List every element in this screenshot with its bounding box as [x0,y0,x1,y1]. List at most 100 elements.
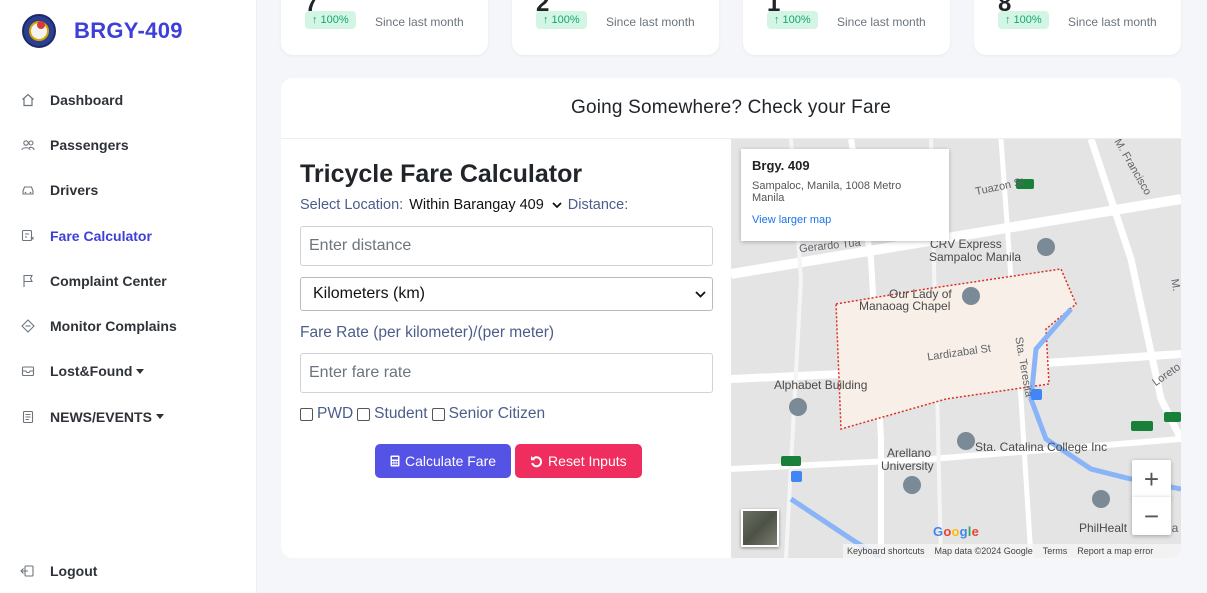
map-data-label: Map data ©2024 Google [934,546,1033,556]
google-map[interactable]: CRV Express Sampaloc Manila Our Lady of … [731,139,1181,558]
fare-calculator-form: Tricycle Fare Calculator Select Location… [300,160,713,423]
unit-select[interactable]: Kilometers (km) [300,277,713,311]
sidebar-nav: Dashboard Passengers Drivers Fare Calcul… [0,77,257,439]
calculator-heading: Tricycle Fare Calculator [300,160,583,188]
checkbox-label: Senior Citizen [448,405,546,422]
calculator-icon [390,455,400,467]
sidebar: BRGY-409 Dashboard Passengers Drivers Fa… [0,0,257,593]
stat-since-label: Since last month [837,15,926,29]
map-poi-label: University [881,459,934,473]
stat-change-badge: ↑ 100% [305,11,356,29]
sidebar-item-news-events[interactable]: NEWS/EVENTS [0,394,257,439]
location-select[interactable]: Within Barangay 409 [409,197,568,213]
map-poi-label: Arellano [887,446,932,460]
keyboard-shortcuts-link[interactable]: Keyboard shortcuts [847,546,925,556]
sidebar-item-complaint-center[interactable]: Complaint Center [0,258,257,303]
flag-icon [20,273,36,289]
users-icon [20,137,36,153]
zoom-in-button[interactable]: + [1132,460,1171,498]
location-select-value: Within Barangay 409 [409,196,544,213]
stat-card: 2 ↑ 100% Since last month [512,0,719,55]
map-place-title: Brgy. 409 [752,158,810,173]
senior-citizen-checkbox[interactable]: Senior Citizen [431,405,546,423]
sidebar-item-monitor-complains[interactable]: Monitor Complains [0,303,257,348]
checkbox-box[interactable] [431,407,445,421]
distance-label: Distance: [567,196,629,213]
distance-placeholder: Enter distance [309,237,412,254]
view-larger-map-link[interactable]: View larger map [752,214,938,226]
map-place-address: Sampaloc, Manila, 1008 Metro Manila [752,180,902,204]
student-checkbox[interactable]: Student [357,405,428,423]
sidebar-item-lost-found[interactable]: Lost&Found [0,349,257,394]
map-poi-label: Alphabet Building [774,378,868,392]
checkbox-box[interactable] [300,407,313,421]
chevron-down-icon [552,197,562,213]
checkbox-label: Student [374,405,428,422]
map-poi-label: PhilHealt [1079,521,1128,535]
calculate-fare-label: Calculate Fare [405,453,497,469]
card-title: Going Somewhere? Check your Fare [281,78,1181,139]
stat-since-label: Since last month [606,15,695,29]
sidebar-item-label: Lost&Found [50,363,133,380]
stat-change-badge: ↑ 100% [536,11,587,29]
car-icon [20,182,36,198]
sidebar-item-drivers[interactable]: Drivers [0,168,257,213]
report-map-error-link[interactable]: Report a map error [1077,546,1153,556]
map-street-label: M. [1168,277,1181,293]
action-buttons: Calculate Fare Reset Inputs [375,444,646,478]
map-poi-label: Sampaloc Manila [929,250,1022,264]
stat-card: 7 ↑ 100% Since last month [281,0,488,55]
google-logo: Google [933,524,980,539]
sidebar-item-label: Passengers [50,136,129,153]
stat-since-label: Since last month [1068,15,1157,29]
sidebar-item-label: Fare Calculator [50,227,152,244]
minus-icon: − [1143,500,1160,531]
zoom-out-button[interactable]: − [1132,497,1171,535]
unit-select-value: Kilometers (km) [313,285,426,302]
checkbox-box[interactable] [357,407,371,421]
satellite-toggle[interactable] [741,509,779,547]
fare-rate-input[interactable]: Enter fare rate [300,353,713,393]
chevron-down-icon [695,285,706,303]
sidebar-item-label: Dashboard [50,91,124,108]
barangay-seal-logo [22,14,56,48]
stat-change-badge: ↑ 100% [998,11,1049,29]
fare-check-card: Going Somewhere? Check your Fare Tricycl… [281,78,1181,558]
terms-link[interactable]: Terms [1043,546,1068,556]
logout-button[interactable]: Logout [20,563,97,579]
stat-card: 8 ↑ 100% Since last month [974,0,1181,55]
location-row: Select Location: Within Barangay 409 Dis… [300,196,713,213]
brand-name: BRGY-409 [74,18,183,43]
document-icon [20,409,36,425]
home-icon [20,92,36,108]
logout-icon [20,563,36,579]
diamond-icon [20,318,36,334]
sidebar-item-label: Monitor Complains [50,318,177,335]
stat-since-label: Since last month [375,15,464,29]
select-location-label: Select Location: [300,196,404,213]
reset-inputs-label: Reset Inputs [548,453,627,469]
calculate-fare-button[interactable]: Calculate Fare [375,444,512,478]
sidebar-item-passengers[interactable]: Passengers [0,122,257,167]
reset-inputs-button[interactable]: Reset Inputs [515,444,642,478]
sidebar-item-fare-calculator[interactable]: Fare Calculator [0,213,257,258]
map-info-window: Brgy. 409 Sampaloc, Manila, 1008 Metro M… [741,149,949,241]
undo-icon [530,455,543,468]
caret-down-icon [155,414,164,420]
map-poi-label: Sta. Catalina College Inc [975,440,1108,454]
checkbox-label: PWD [317,405,354,422]
stat-change-badge: ↑ 100% [767,11,818,29]
pwd-checkbox[interactable]: PWD [300,405,353,423]
stat-card: 1 ↑ 100% Since last month [743,0,950,55]
sidebar-item-label: Drivers [50,182,99,199]
sidebar-item-dashboard[interactable]: Dashboard [0,77,257,122]
fare-rate-label: Fare Rate (per kilometer)/(per meter) [300,324,555,341]
calculator-icon [20,228,36,244]
logout-label: Logout [50,563,98,579]
brand[interactable]: BRGY-409 [22,14,183,48]
distance-input[interactable]: Enter distance [300,226,713,266]
map-attribution: Keyboard shortcuts Map data ©2024 Google… [843,544,1181,558]
inbox-icon [20,363,36,379]
sidebar-item-label: NEWS/EVENTS [50,408,152,425]
caret-down-icon [136,368,145,374]
